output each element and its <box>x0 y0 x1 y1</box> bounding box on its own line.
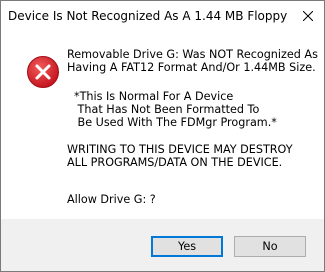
message-line-note: *This Is Normal For A Device That Has No… <box>74 90 277 129</box>
close-icon <box>303 11 313 21</box>
message-line-warning: WRITING TO THIS DEVICE MAY DESTROY ALL P… <box>67 143 293 169</box>
message-line-question: Allow Drive G: ? <box>67 193 156 206</box>
message-area: Removable Drive G: Was NOT Recognized As… <box>1 32 324 219</box>
dialog-window: Device Is Not Recognized As A 1.44 MB Fl… <box>0 0 325 272</box>
no-button[interactable]: No <box>234 236 306 257</box>
title-bar[interactable]: Device Is Not Recognized As A 1.44 MB Fl… <box>1 1 324 32</box>
close-button[interactable] <box>292 1 324 31</box>
error-icon <box>26 55 60 89</box>
window-title: Device Is Not Recognized As A 1.44 MB Fl… <box>8 9 288 23</box>
button-bar: Yes No <box>1 219 324 271</box>
yes-button[interactable]: Yes <box>151 236 223 257</box>
message-line-main: Removable Drive G: Was NOT Recognized As… <box>67 48 318 74</box>
